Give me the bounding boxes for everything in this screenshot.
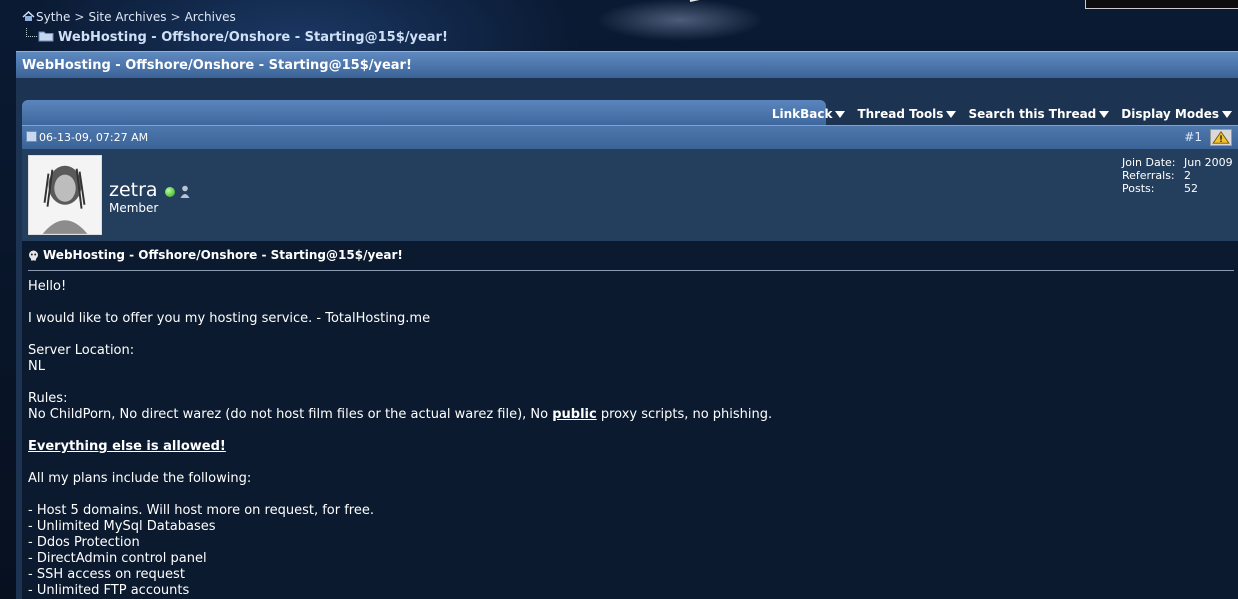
breadcrumb-separator: > [74, 10, 85, 24]
posts-value: 52 [1184, 182, 1198, 195]
display-modes-menu[interactable]: Display Modes [1115, 107, 1238, 121]
list-item: - SSH access on request [28, 567, 185, 582]
toolbar-tab [22, 100, 826, 125]
breadcrumb-item-sythe[interactable]: Sythe [36, 10, 70, 24]
greeting-text: Hello! [28, 279, 67, 294]
user-stats: Join Date: Jun 2009 Referrals: 2 Posts: 52 [1122, 156, 1233, 195]
tree-line-icon [26, 28, 37, 37]
breadcrumb-current: WebHosting - Offshore/Onshore - Starting… [26, 28, 448, 45]
post-title: WebHosting - Offshore/Onshore - Starting… [28, 248, 403, 262]
chevron-down-icon [1099, 110, 1110, 118]
feature-list: - Host 5 domains. Will host more on requ… [28, 503, 772, 599]
online-status-icon [165, 187, 175, 197]
breadcrumb-current-title: WebHosting - Offshore/Onshore - Starting… [58, 30, 448, 45]
list-item: - Host 5 domains. Will host more on requ… [28, 503, 374, 518]
rules-emphasis: public [552, 407, 597, 422]
corner-widget [1085, 0, 1238, 9]
post-body: WebHosting - Offshore/Onshore - Starting… [22, 241, 1238, 599]
allowed-text: Everything else is allowed! [28, 439, 226, 454]
thread-title-bar: WebHosting - Offshore/Onshore - Starting… [16, 51, 1238, 78]
breadcrumb-item-archives[interactable]: Archives [185, 10, 236, 24]
server-location-block: Server Location: NL [28, 343, 772, 375]
thread-tools-label: Thread Tools [857, 107, 944, 121]
post-title-text: WebHosting - Offshore/Onshore - Starting… [43, 248, 403, 262]
user-info-panel: zetra Member Join Date: Jun 2009 Referral… [22, 149, 1238, 241]
thread-tools-menu[interactable]: Thread Tools [851, 107, 962, 121]
folder-icon [38, 31, 54, 42]
display-modes-label: Display Modes [1121, 107, 1219, 121]
list-item: - Unlimited FTP accounts [28, 583, 190, 598]
rules-text-end: proxy scripts, no phishing. [596, 407, 773, 422]
posts-label: Posts: [1122, 182, 1155, 195]
linkback-label: LinkBack [771, 107, 833, 121]
breadcrumb: Sythe > Site Archives > Archives [22, 10, 236, 24]
user-icon [180, 185, 190, 198]
rules-label: Rules: [28, 391, 68, 406]
rules-block: Rules: No ChildPorn, No direct warez (do… [28, 391, 772, 423]
join-date-value: Jun 2009 [1184, 156, 1233, 169]
search-thread-menu[interactable]: Search this Thread [962, 107, 1115, 121]
username[interactable]: zetra [109, 179, 158, 201]
post-date-text: 06-13-09, 07:27 AM [39, 131, 149, 144]
star-streak [689, 0, 828, 2]
chevron-down-icon [835, 110, 846, 118]
breadcrumb-item-site-archives[interactable]: Site Archives [88, 10, 166, 24]
referrals-label: Referrals: [1122, 169, 1175, 182]
linkback-menu[interactable]: LinkBack [766, 107, 852, 121]
post-icon [26, 131, 37, 142]
user-title: Member [109, 201, 159, 215]
post-message: Hello! I would like to offer you my host… [28, 279, 772, 599]
plans-intro-text: All my plans include the following: [28, 471, 252, 486]
post-number-link[interactable]: #1 [1184, 130, 1202, 144]
server-location-label: Server Location: [28, 343, 135, 358]
list-item: - Ddos Protection [28, 535, 140, 550]
list-item: - Unlimited MySql Databases [28, 519, 216, 534]
referrals-value: 2 [1184, 169, 1191, 182]
report-warning-icon[interactable] [1210, 129, 1232, 146]
post-title-icon [29, 250, 38, 261]
server-location-value: NL [28, 359, 45, 374]
home-icon [22, 11, 35, 21]
thread-title: WebHosting - Offshore/Onshore - Starting… [22, 58, 412, 73]
join-date-label: Join Date: [1122, 156, 1176, 169]
post-date: 06-13-09, 07:27 AM [26, 131, 148, 144]
breadcrumb-separator: > [170, 10, 181, 24]
rules-text-start: No ChildPorn, No direct warez (do not ho… [28, 407, 553, 422]
avatar[interactable] [28, 155, 102, 235]
thread-toolbar: LinkBack Thread Tools Search this Thread… [766, 104, 1238, 124]
intro-text: I would like to offer you my hosting ser… [28, 311, 431, 326]
divider [28, 270, 1234, 271]
chevron-down-icon [946, 110, 957, 118]
search-thread-label: Search this Thread [968, 107, 1097, 121]
allowed-block: Everything else is allowed! [28, 439, 772, 455]
post-header: 06-13-09, 07:27 AM #1 [22, 125, 1238, 150]
list-item: - DirectAdmin control panel [28, 551, 207, 566]
chevron-down-icon [1222, 110, 1232, 118]
